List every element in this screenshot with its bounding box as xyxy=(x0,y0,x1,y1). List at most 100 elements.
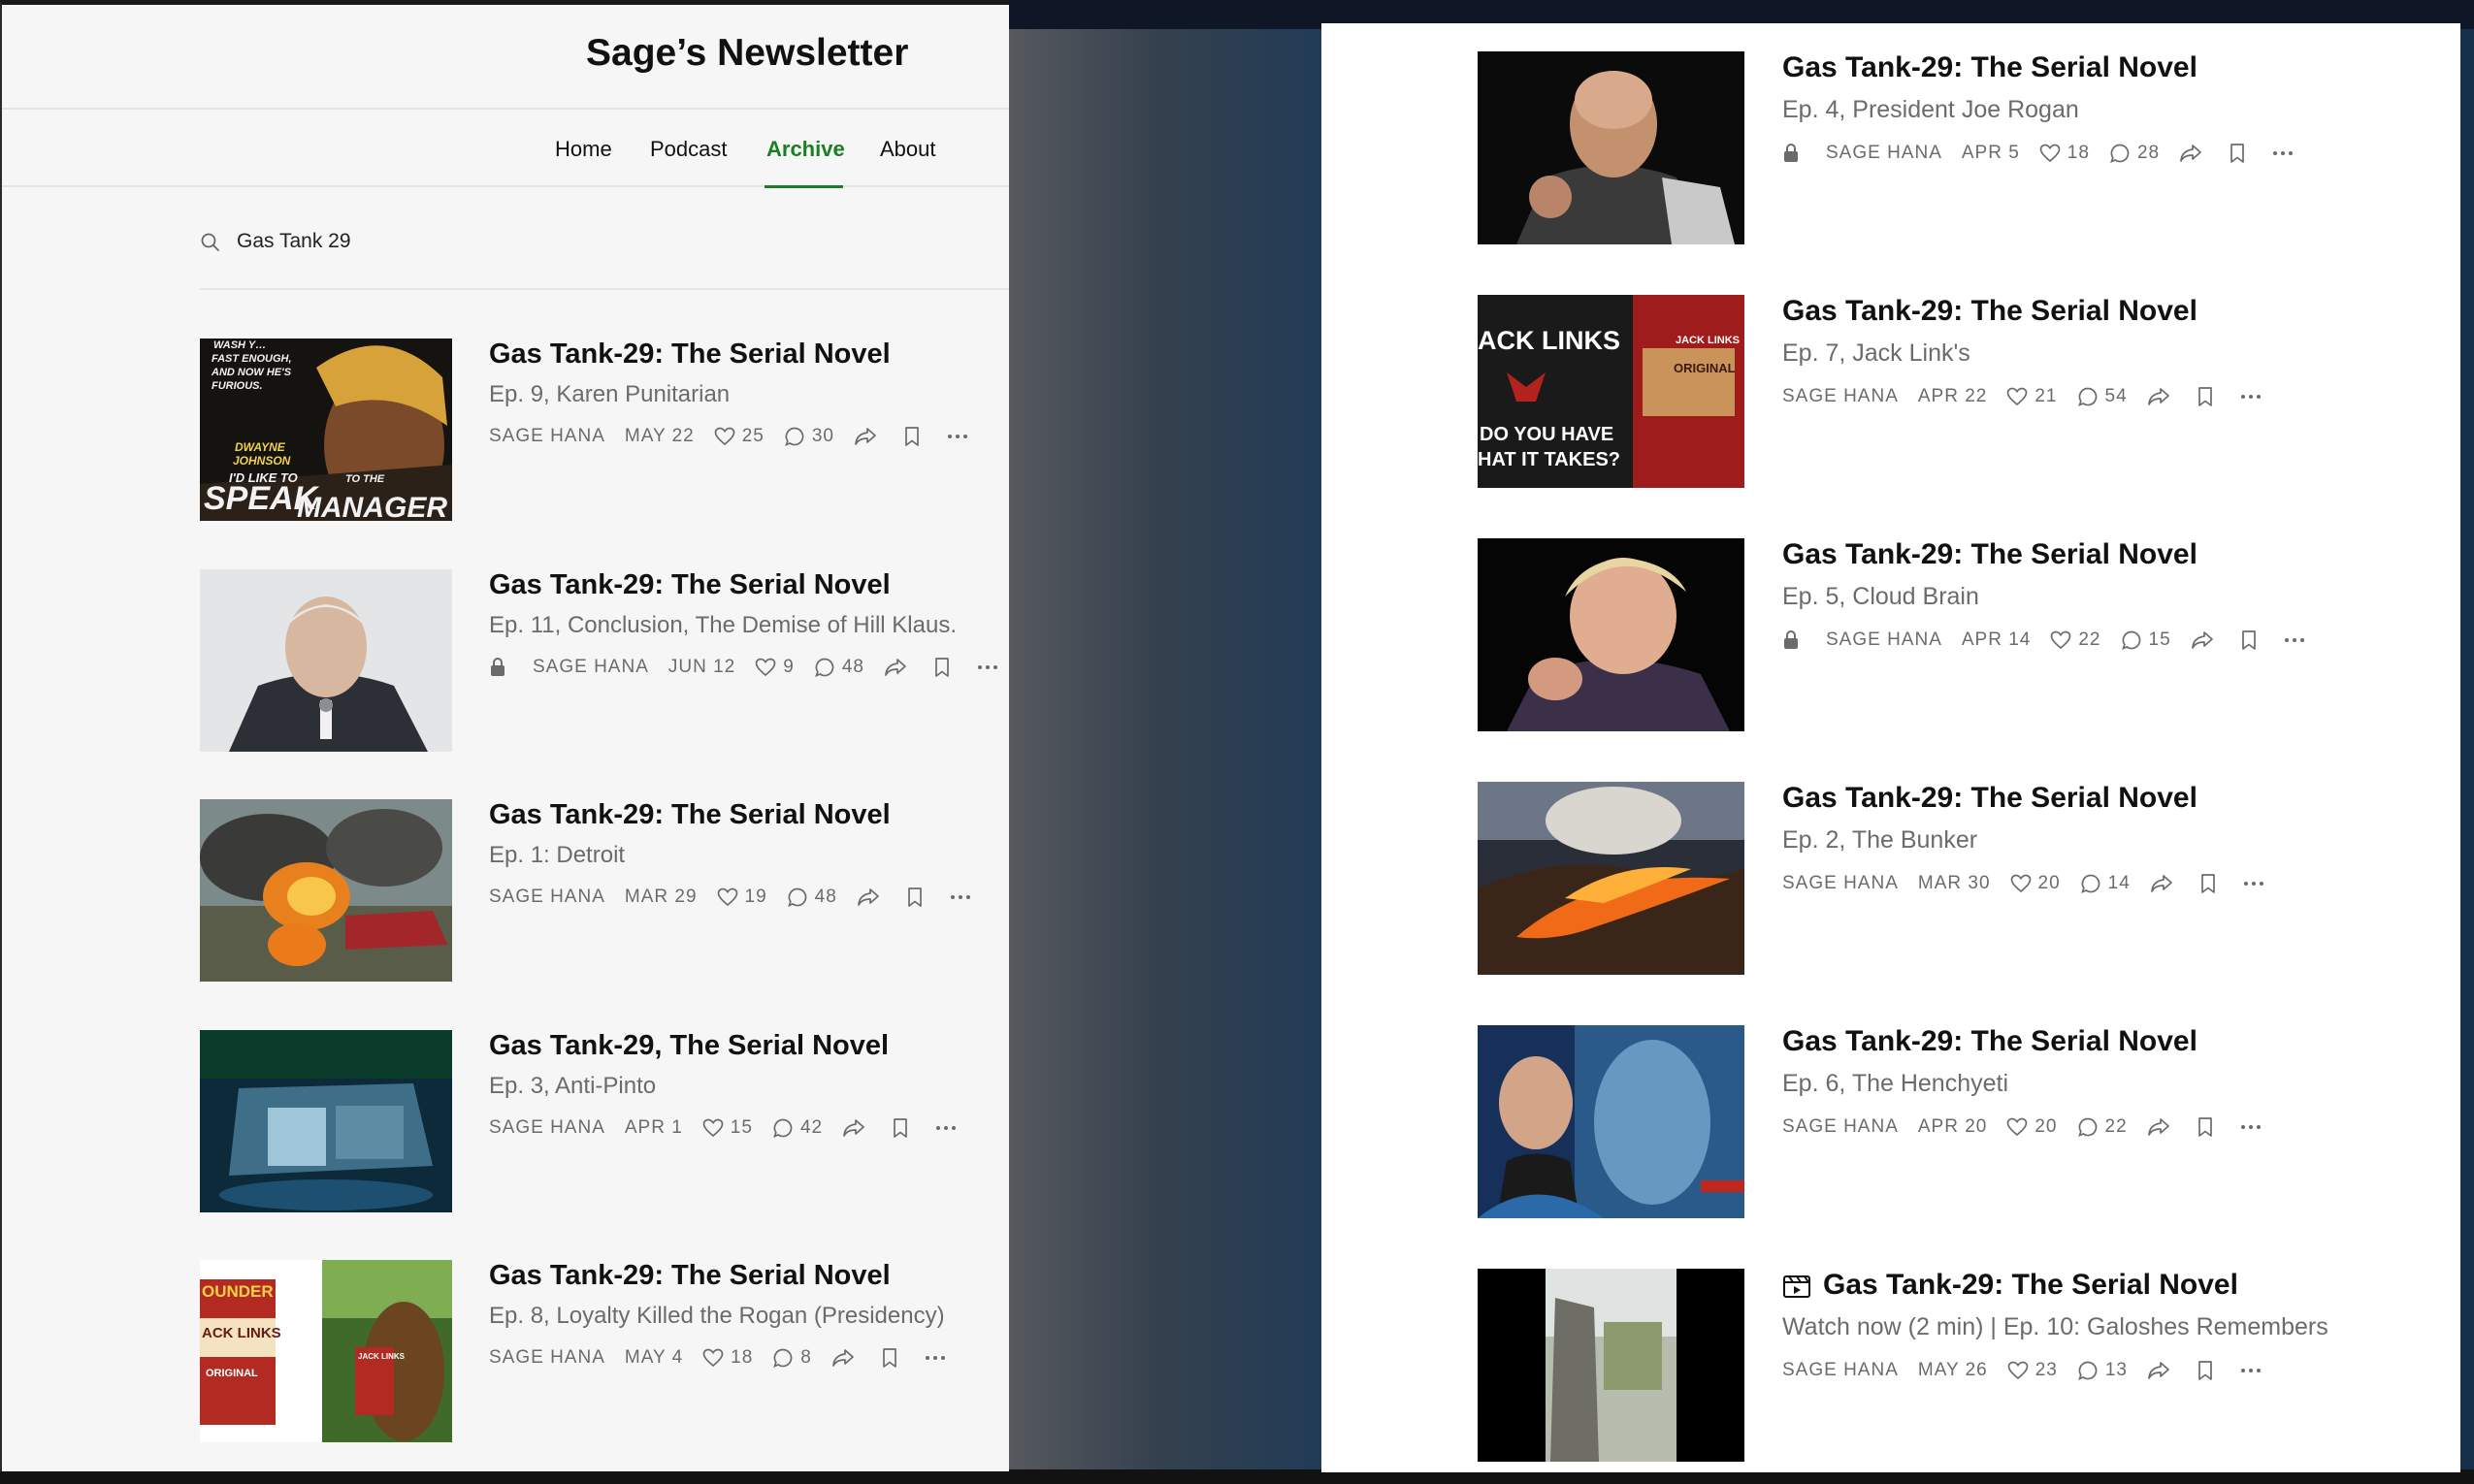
post-title[interactable]: Gas Tank-29: The Serial Novel xyxy=(1782,295,2197,328)
like-button[interactable]: 18 xyxy=(2039,143,2090,164)
post-subtitle[interactable]: Watch now (2 min) | Ep. 10: Galoshes Rem… xyxy=(1782,1313,2328,1341)
more-button[interactable] xyxy=(947,434,975,439)
more-button[interactable] xyxy=(2240,1368,2268,1373)
post-title[interactable]: Gas Tank-29: The Serial Novel xyxy=(1782,1025,2197,1058)
share-button[interactable] xyxy=(857,887,887,907)
post-author[interactable]: SAGE HANA xyxy=(489,426,605,447)
comment-button[interactable]: 13 xyxy=(2077,1360,2128,1381)
post-item[interactable]: Gas Tank-29: The Serial Novel Ep. 2, The… xyxy=(1478,782,2448,985)
nav-podcast[interactable]: Podcast xyxy=(650,137,728,162)
post-item[interactable]: Gas Tank-29: The Serial Novel Ep. 5, Clo… xyxy=(1478,538,2448,742)
post-title[interactable]: Gas Tank-29: The Serial Novel xyxy=(489,569,891,601)
bookmark-button[interactable] xyxy=(2199,873,2224,894)
post-thumbnail[interactable] xyxy=(1478,1025,1744,1218)
post-item[interactable]: Gas Tank-29: The Serial Novel Ep. 1: Det… xyxy=(200,799,1005,993)
share-button[interactable] xyxy=(2179,144,2209,163)
post-title[interactable]: Gas Tank-29: The Serial Novel xyxy=(1782,538,2197,571)
bookmark-button[interactable] xyxy=(906,887,930,908)
share-button[interactable] xyxy=(831,1348,862,1368)
post-title[interactable]: Gas Tank-29, The Serial Novel xyxy=(489,1030,889,1062)
post-title[interactable]: Gas Tank-29: The Serial Novel xyxy=(1782,782,2197,815)
post-author[interactable]: SAGE HANA xyxy=(533,657,649,678)
post-title[interactable]: Gas Tank-29: The Serial Novel xyxy=(489,339,891,371)
post-subtitle[interactable]: Ep. 7, Jack Link's xyxy=(1782,339,1970,368)
post-title[interactable]: Gas Tank-29: The Serial Novel xyxy=(1823,1269,2238,1302)
like-button[interactable]: 9 xyxy=(755,657,795,678)
bookmark-button[interactable] xyxy=(2197,1116,2221,1138)
post-author[interactable]: SAGE HANA xyxy=(1782,386,1899,407)
like-button[interactable]: 20 xyxy=(2006,1116,2057,1138)
post-thumbnail[interactable] xyxy=(200,1030,452,1212)
more-button[interactable] xyxy=(2240,1124,2268,1130)
post-author[interactable]: SAGE HANA xyxy=(489,1117,605,1139)
like-button[interactable]: 23 xyxy=(2007,1360,2058,1381)
post-author[interactable]: SAGE HANA xyxy=(1782,873,1899,894)
bookmark-button[interactable] xyxy=(2229,143,2253,164)
comment-button[interactable]: 54 xyxy=(2077,386,2128,407)
post-thumbnail[interactable] xyxy=(1478,51,1744,244)
post-thumbnail[interactable] xyxy=(200,569,452,752)
like-button[interactable]: 20 xyxy=(2010,873,2061,894)
post-subtitle[interactable]: Ep. 4, President Joe Rogan xyxy=(1782,96,2079,124)
post-item[interactable]: Gas Tank-29, The Serial Novel Ep. 3, Ant… xyxy=(200,1030,1005,1224)
post-item[interactable]: Gas Tank-29: The Serial Novel Ep. 4, Pre… xyxy=(1478,51,2448,255)
bookmark-button[interactable] xyxy=(2197,386,2221,407)
post-author[interactable]: SAGE HANA xyxy=(1826,629,1942,651)
comment-button[interactable]: 14 xyxy=(2080,873,2131,894)
post-thumbnail[interactable] xyxy=(1478,1269,1744,1462)
bookmark-button[interactable] xyxy=(2197,1360,2221,1381)
post-item[interactable]: WASH Y… FAST ENOUGH, AND NOW HE'S FURIOU… xyxy=(200,339,1005,532)
post-item[interactable]: Gas Tank-29: The Serial Novel Ep. 6, The… xyxy=(1478,1025,2448,1229)
post-subtitle[interactable]: Ep. 3, Anti-Pinto xyxy=(489,1073,656,1100)
post-subtitle[interactable]: Ep. 11, Conclusion, The Demise of Hill K… xyxy=(489,612,957,639)
post-title-row[interactable]: Gas Tank-29: The Serial Novel xyxy=(1782,1269,2238,1302)
post-item[interactable]: OUNDER ACK LINKS ORIGINAL JACK LINKS Gas… xyxy=(200,1260,1005,1454)
more-button[interactable] xyxy=(925,1355,953,1361)
comment-button[interactable]: 30 xyxy=(784,426,834,447)
post-thumbnail[interactable]: WASH Y… FAST ENOUGH, AND NOW HE'S FURIOU… xyxy=(200,339,452,521)
nav-about[interactable]: About xyxy=(880,137,936,162)
comment-button[interactable]: 28 xyxy=(2109,143,2160,164)
post-subtitle[interactable]: Ep. 6, The Henchyeti xyxy=(1782,1070,2008,1098)
share-button[interactable] xyxy=(2147,1117,2177,1137)
more-button[interactable] xyxy=(2243,881,2271,887)
post-author[interactable]: SAGE HANA xyxy=(1782,1360,1899,1381)
post-subtitle[interactable]: Ep. 2, The Bunker xyxy=(1782,826,1977,855)
site-title[interactable]: Sage’s Newsletter xyxy=(586,32,908,75)
comment-button[interactable]: 22 xyxy=(2077,1116,2128,1138)
post-item[interactable]: Gas Tank-29: The Serial Novel Watch now … xyxy=(1478,1269,2448,1472)
comment-button[interactable]: 8 xyxy=(772,1347,812,1369)
more-button[interactable] xyxy=(950,894,978,900)
post-thumbnail[interactable] xyxy=(200,799,452,982)
comment-button[interactable]: 48 xyxy=(814,657,864,678)
more-button[interactable] xyxy=(977,664,1005,670)
post-author[interactable]: SAGE HANA xyxy=(1782,1116,1899,1138)
post-subtitle[interactable]: Ep. 1: Detroit xyxy=(489,842,625,869)
post-title[interactable]: Gas Tank-29: The Serial Novel xyxy=(489,799,891,831)
search-input[interactable] xyxy=(237,222,819,261)
more-button[interactable] xyxy=(2240,394,2268,400)
post-thumbnail[interactable]: OUNDER ACK LINKS ORIGINAL JACK LINKS xyxy=(200,1260,452,1442)
like-button[interactable]: 18 xyxy=(702,1347,753,1369)
like-button[interactable]: 25 xyxy=(714,426,765,447)
like-button[interactable]: 19 xyxy=(717,887,767,908)
share-button[interactable] xyxy=(884,658,914,677)
post-author[interactable]: SAGE HANA xyxy=(489,1347,605,1369)
post-subtitle[interactable]: Ep. 8, Loyalty Killed the Rogan (Preside… xyxy=(489,1303,945,1330)
bookmark-button[interactable] xyxy=(903,426,928,447)
share-button[interactable] xyxy=(842,1118,872,1138)
post-title[interactable]: Gas Tank-29: The Serial Novel xyxy=(489,1260,891,1292)
post-item[interactable]: Gas Tank-29: The Serial Novel Ep. 11, Co… xyxy=(200,569,1005,763)
post-author[interactable]: SAGE HANA xyxy=(1826,143,1942,164)
more-button[interactable] xyxy=(935,1125,963,1131)
post-item[interactable]: ACK LINKS DO YOU HAVE HAT IT TAKES? JACK… xyxy=(1478,295,2448,499)
share-button[interactable] xyxy=(2147,1361,2177,1380)
post-thumbnail[interactable] xyxy=(1478,538,1744,731)
share-button[interactable] xyxy=(854,427,884,446)
post-subtitle[interactable]: Ep. 5, Cloud Brain xyxy=(1782,583,1979,611)
bookmark-button[interactable] xyxy=(881,1347,905,1369)
comment-button[interactable]: 42 xyxy=(772,1117,823,1139)
post-title[interactable]: Gas Tank-29: The Serial Novel xyxy=(1782,51,2197,84)
like-button[interactable]: 21 xyxy=(2006,386,2057,407)
share-button[interactable] xyxy=(2150,874,2180,893)
